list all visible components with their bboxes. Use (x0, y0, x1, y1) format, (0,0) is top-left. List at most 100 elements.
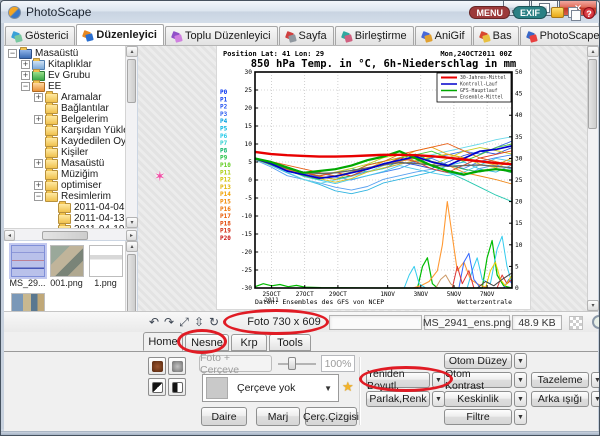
svg-text:5NOV: 5NOV (447, 291, 462, 298)
tree-item-masaüstü[interactable]: +Masaüstü (34, 158, 104, 169)
tree-item-aramalar[interactable]: +Aramalar (34, 92, 102, 103)
expand-icon[interactable]: + (21, 71, 30, 80)
parlak-renk-button[interactable]: Parlak,Renk (366, 391, 430, 407)
marj-button[interactable]: Marj (256, 407, 300, 426)
tree-item-masaüstü[interactable]: − Masaüstü (8, 48, 78, 59)
scroll-down-icon[interactable]: ▾ (126, 217, 138, 228)
collapse-icon[interactable]: − (34, 192, 43, 201)
expand-icon[interactable]: + (21, 60, 30, 69)
tazeleme-button[interactable]: Tazeleme (531, 372, 589, 388)
zoom-slider[interactable] (278, 355, 316, 372)
tab-icon (286, 32, 295, 41)
exif-button[interactable]: EXIF (513, 6, 547, 19)
tab-anigif[interactable]: AniGif (415, 26, 472, 45)
filtre-button[interactable]: Filtre (444, 409, 512, 425)
chevron-down-icon[interactable]: ▼ (514, 391, 527, 407)
capture-icon[interactable] (551, 7, 564, 18)
grayscale-filter-button[interactable] (168, 357, 186, 375)
tree-item-ee[interactable]: −EE (21, 81, 61, 92)
tab-bas[interactable]: Bas (473, 26, 519, 45)
tab-krp[interactable]: Krp (231, 334, 267, 351)
chevron-down-icon[interactable]: ▼ (591, 372, 600, 388)
resize-icon[interactable]: ⇳ (191, 314, 207, 330)
tree-item-ev-grubu[interactable]: +Ev Grubu (21, 70, 90, 81)
help-icon[interactable]: ? (583, 7, 595, 19)
tab-sayfa[interactable]: Sayfa (279, 26, 334, 45)
info-icon[interactable] (592, 315, 600, 329)
expand-icon[interactable]: + (34, 115, 43, 124)
tab-toplu-düzenleyici[interactable]: Toplu Düzenleyici (165, 26, 278, 45)
tree-item-optimiser[interactable]: +optimiser (34, 180, 102, 191)
expand-icon[interactable]: + (34, 159, 43, 168)
scroll-left-icon[interactable]: ◂ (4, 230, 15, 241)
copy-icon[interactable] (568, 7, 579, 19)
favorite-frame-icon[interactable]: ★ (342, 379, 354, 395)
-er-izgisi-button[interactable]: Çerç.Çizgisi (305, 407, 357, 426)
tree-item-resimlerim[interactable]: −Resimlerim (34, 191, 111, 202)
otom-kontrast-button[interactable]: Otom Kontrast (444, 372, 512, 388)
expand-icon[interactable]: + (34, 181, 43, 190)
svg-text:Ensemble-Mittel: Ensemble-Mittel (460, 95, 503, 101)
tab-birleştirme[interactable]: Birleştirme (335, 26, 414, 45)
fit-icon[interactable]: ⤢ (176, 314, 192, 330)
redo-icon[interactable]: ↷ (161, 314, 177, 330)
svg-text:1NOV: 1NOV (380, 291, 395, 298)
scroll-up-icon[interactable]: ▴ (126, 46, 138, 57)
slider-handle[interactable] (288, 357, 296, 370)
arka--button[interactable]: Arka ışığı (531, 391, 589, 407)
tree-item-label: Masaüstü (35, 48, 78, 59)
tab-label: Düzenleyici (96, 29, 157, 41)
chevron-down-icon[interactable]: ▼ (591, 391, 600, 407)
chevron-down-icon[interactable]: ▼ (514, 409, 527, 425)
scroll-right-icon[interactable]: ▸ (126, 230, 137, 241)
tree-item-label: Kaydedilen Oyu (61, 136, 132, 147)
tree-item-kişiler[interactable]: Kişiler (34, 147, 88, 158)
scroll-up-icon[interactable]: ▴ (587, 46, 599, 57)
daire-button[interactable]: Daire (201, 407, 247, 426)
loaded-photo[interactable]: Position Lat: 41 Lon: 29Mon,24OCT2011 00… (217, 46, 530, 309)
tree-item-bağlantılar[interactable]: Bağlantılar (34, 103, 109, 114)
tree-item-kitaplıklar[interactable]: +Kitaplıklar (21, 59, 92, 70)
tree-horizontal-scrollbar[interactable]: ◂ ▸ (4, 228, 137, 240)
tree-item-müziğim[interactable]: Müziğim (34, 169, 98, 180)
collapse-icon[interactable]: − (8, 49, 17, 58)
tab-icon (422, 32, 431, 41)
keskinlik-button[interactable]: Keskinlik (444, 391, 512, 407)
tab-gösterici[interactable]: Gösterici (5, 26, 75, 45)
collapse-icon[interactable]: − (21, 82, 30, 91)
bw-filter-button[interactable] (148, 378, 166, 396)
canvas-vertical-scrollbar[interactable]: ▴ ▾ (587, 46, 598, 311)
sepia-filter-button[interactable] (148, 357, 166, 375)
threshold-filter-button[interactable] (168, 378, 186, 396)
bw-icon (152, 382, 163, 393)
tab-home[interactable]: Home (143, 332, 183, 351)
frame-select-dropdown[interactable]: Çerçeve yok ▼ (202, 374, 339, 402)
otom-d-zey-button[interactable]: Otom Düzey (444, 353, 512, 369)
tree-item-belgelerim[interactable]: +Belgelerim (34, 114, 108, 125)
chevron-down-icon[interactable]: ▼ (514, 372, 527, 388)
tab-düzenleyici[interactable]: Düzenleyici (76, 24, 164, 45)
transparency-checker-icon[interactable] (569, 316, 583, 330)
menu-button[interactable]: MENU (469, 6, 510, 19)
tab-tools[interactable]: Tools (269, 334, 311, 351)
thumbnail-1png[interactable]: 1.png (87, 245, 124, 288)
thumbnail-001png[interactable]: 001.png (48, 245, 85, 288)
rotate-icon[interactable]: ↻ (206, 314, 222, 330)
svg-text:10: 10 (515, 242, 523, 249)
tree-vertical-scrollbar[interactable]: ▴ ▾ (125, 46, 137, 228)
expand-icon[interactable]: + (34, 93, 43, 102)
scrollbar-thumb[interactable] (127, 254, 136, 318)
chevron-down-icon[interactable]: ▼ (514, 353, 527, 369)
scrollbar-thumb[interactable] (42, 231, 88, 240)
scroll-up-icon[interactable]: ▴ (126, 241, 138, 252)
scroll-down-icon[interactable]: ▾ (587, 300, 599, 311)
scrollbar-thumb[interactable] (127, 59, 136, 103)
svg-text:-30: -30 (241, 285, 252, 292)
image-canvas[interactable]: Position Lat: 41 Lon: 29Mon,24OCT2011 00… (138, 46, 587, 311)
undo-icon[interactable]: ↶ (146, 314, 162, 330)
thumbnail-MS_29[interactable]: MS_29... (9, 245, 46, 288)
yeniden-boyutl--button[interactable]: Yeniden Boyutl. (366, 372, 430, 388)
tab-photoscape[interactable]: PhotoScape (520, 26, 600, 45)
scrollbar-thumb[interactable] (588, 59, 597, 129)
tab-nesne[interactable]: Nesne (185, 334, 229, 351)
